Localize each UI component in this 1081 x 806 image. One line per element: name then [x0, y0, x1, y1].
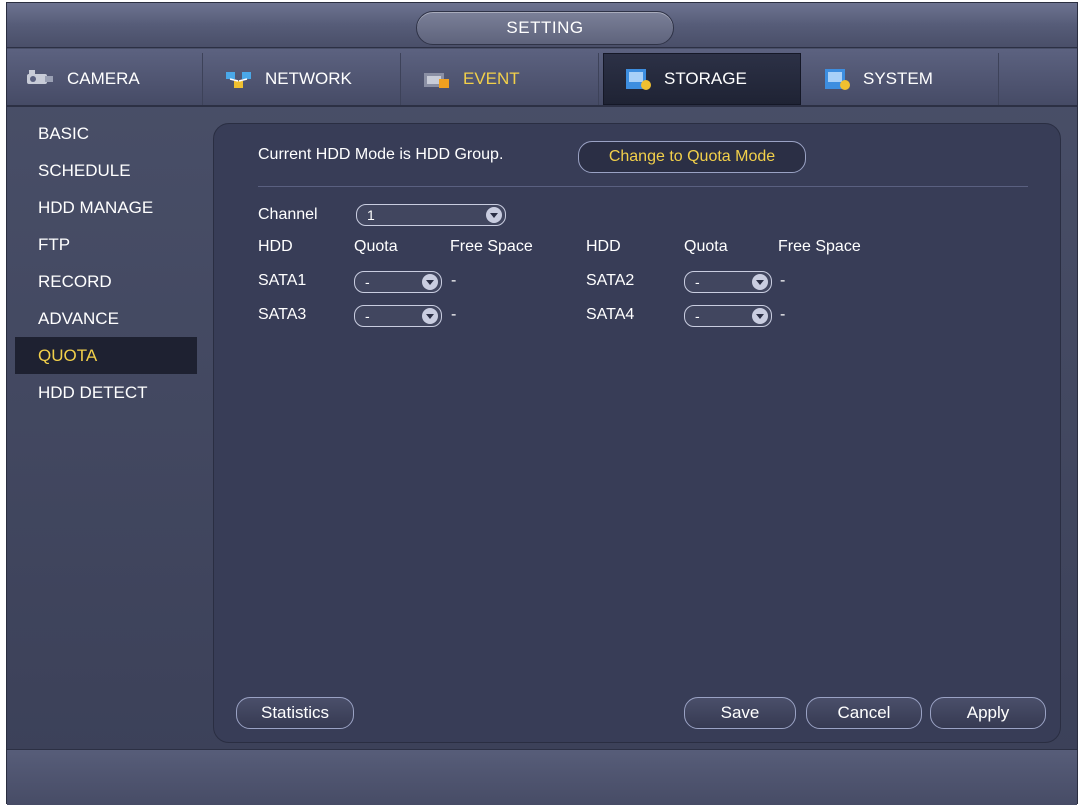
chevron-down-icon	[752, 308, 768, 324]
system-icon	[821, 67, 853, 91]
quota-value: -	[365, 274, 370, 290]
save-button[interactable]: Save	[684, 697, 796, 729]
sidebar-item-schedule[interactable]: SCHEDULE	[15, 152, 197, 189]
tab-storage[interactable]: STORAGE	[603, 53, 801, 105]
disk-name: SATA2	[586, 272, 635, 289]
disk-name: SATA3	[258, 306, 307, 323]
free-space-value: -	[451, 272, 457, 289]
camera-icon	[25, 67, 57, 91]
tab-camera[interactable]: CAMERA	[7, 53, 203, 105]
title-bar: SETTING	[7, 3, 1077, 48]
free-space-header: Free Space	[450, 238, 533, 255]
sidebar-item-basic[interactable]: BASIC	[15, 115, 197, 152]
tab-network[interactable]: NETWORK	[205, 53, 401, 105]
divider	[258, 186, 1028, 187]
tab-label: CAMERA	[67, 69, 140, 88]
sidebar-item-advance[interactable]: ADVANCE	[15, 300, 197, 337]
quota-select[interactable]: -	[684, 305, 772, 327]
channel-value: 1	[367, 207, 375, 223]
tab-bar: CAMERA NETWORK EVENT STORAGE SYSTEM	[7, 49, 1077, 107]
sidebar: BASIC SCHEDULE HDD MANAGE FTP RECORD ADV…	[15, 115, 197, 411]
sidebar-item-quota[interactable]: QUOTA	[15, 337, 197, 374]
chevron-down-icon	[752, 274, 768, 290]
free-space-value: -	[780, 306, 786, 323]
channel-select[interactable]: 1	[356, 204, 506, 226]
sidebar-item-record[interactable]: RECORD	[15, 263, 197, 300]
quota-select[interactable]: -	[354, 271, 442, 293]
chevron-down-icon	[422, 308, 438, 324]
quota-header: Quota	[354, 238, 398, 255]
quota-select[interactable]: -	[354, 305, 442, 327]
hdd-header: HDD	[586, 238, 621, 255]
hdd-mode-text: Current HDD Mode is HDD Group.	[258, 146, 504, 163]
settings-window: SETTING CAMERA NETWORK EVENT STORAGE SYS…	[6, 2, 1078, 805]
chevron-down-icon	[422, 274, 438, 290]
disk-name: SATA1	[258, 272, 307, 289]
apply-button[interactable]: Apply	[930, 697, 1046, 729]
sidebar-item-hdd-manage[interactable]: HDD MANAGE	[15, 189, 197, 226]
tab-system[interactable]: SYSTEM	[803, 53, 999, 105]
disk-name: SATA4	[586, 306, 635, 323]
tab-event[interactable]: EVENT	[403, 53, 599, 105]
bottom-bar	[7, 749, 1077, 805]
quota-select[interactable]: -	[684, 271, 772, 293]
tab-label: EVENT	[463, 69, 520, 88]
event-icon	[421, 67, 453, 91]
tab-label: STORAGE	[664, 69, 747, 88]
quota-value: -	[695, 308, 700, 324]
channel-label: Channel	[258, 206, 318, 223]
hdd-header: HDD	[258, 238, 293, 255]
statistics-button[interactable]: Statistics	[236, 697, 354, 729]
free-space-value: -	[780, 272, 786, 289]
network-icon	[223, 67, 255, 91]
free-space-header: Free Space	[778, 238, 861, 255]
sidebar-item-hdd-detect[interactable]: HDD DETECT	[15, 374, 197, 411]
sidebar-item-ftp[interactable]: FTP	[15, 226, 197, 263]
quota-value: -	[365, 308, 370, 324]
tab-label: NETWORK	[265, 69, 352, 88]
quota-header: Quota	[684, 238, 728, 255]
storage-icon	[622, 67, 654, 91]
window-title: SETTING	[416, 11, 674, 45]
change-to-quota-mode-button[interactable]: Change to Quota Mode	[578, 141, 806, 173]
chevron-down-icon	[486, 207, 502, 223]
quota-panel: Current HDD Mode is HDD Group. Change to…	[213, 123, 1061, 743]
quota-value: -	[695, 274, 700, 290]
tab-label: SYSTEM	[863, 69, 933, 88]
cancel-button[interactable]: Cancel	[806, 697, 922, 729]
free-space-value: -	[451, 306, 457, 323]
